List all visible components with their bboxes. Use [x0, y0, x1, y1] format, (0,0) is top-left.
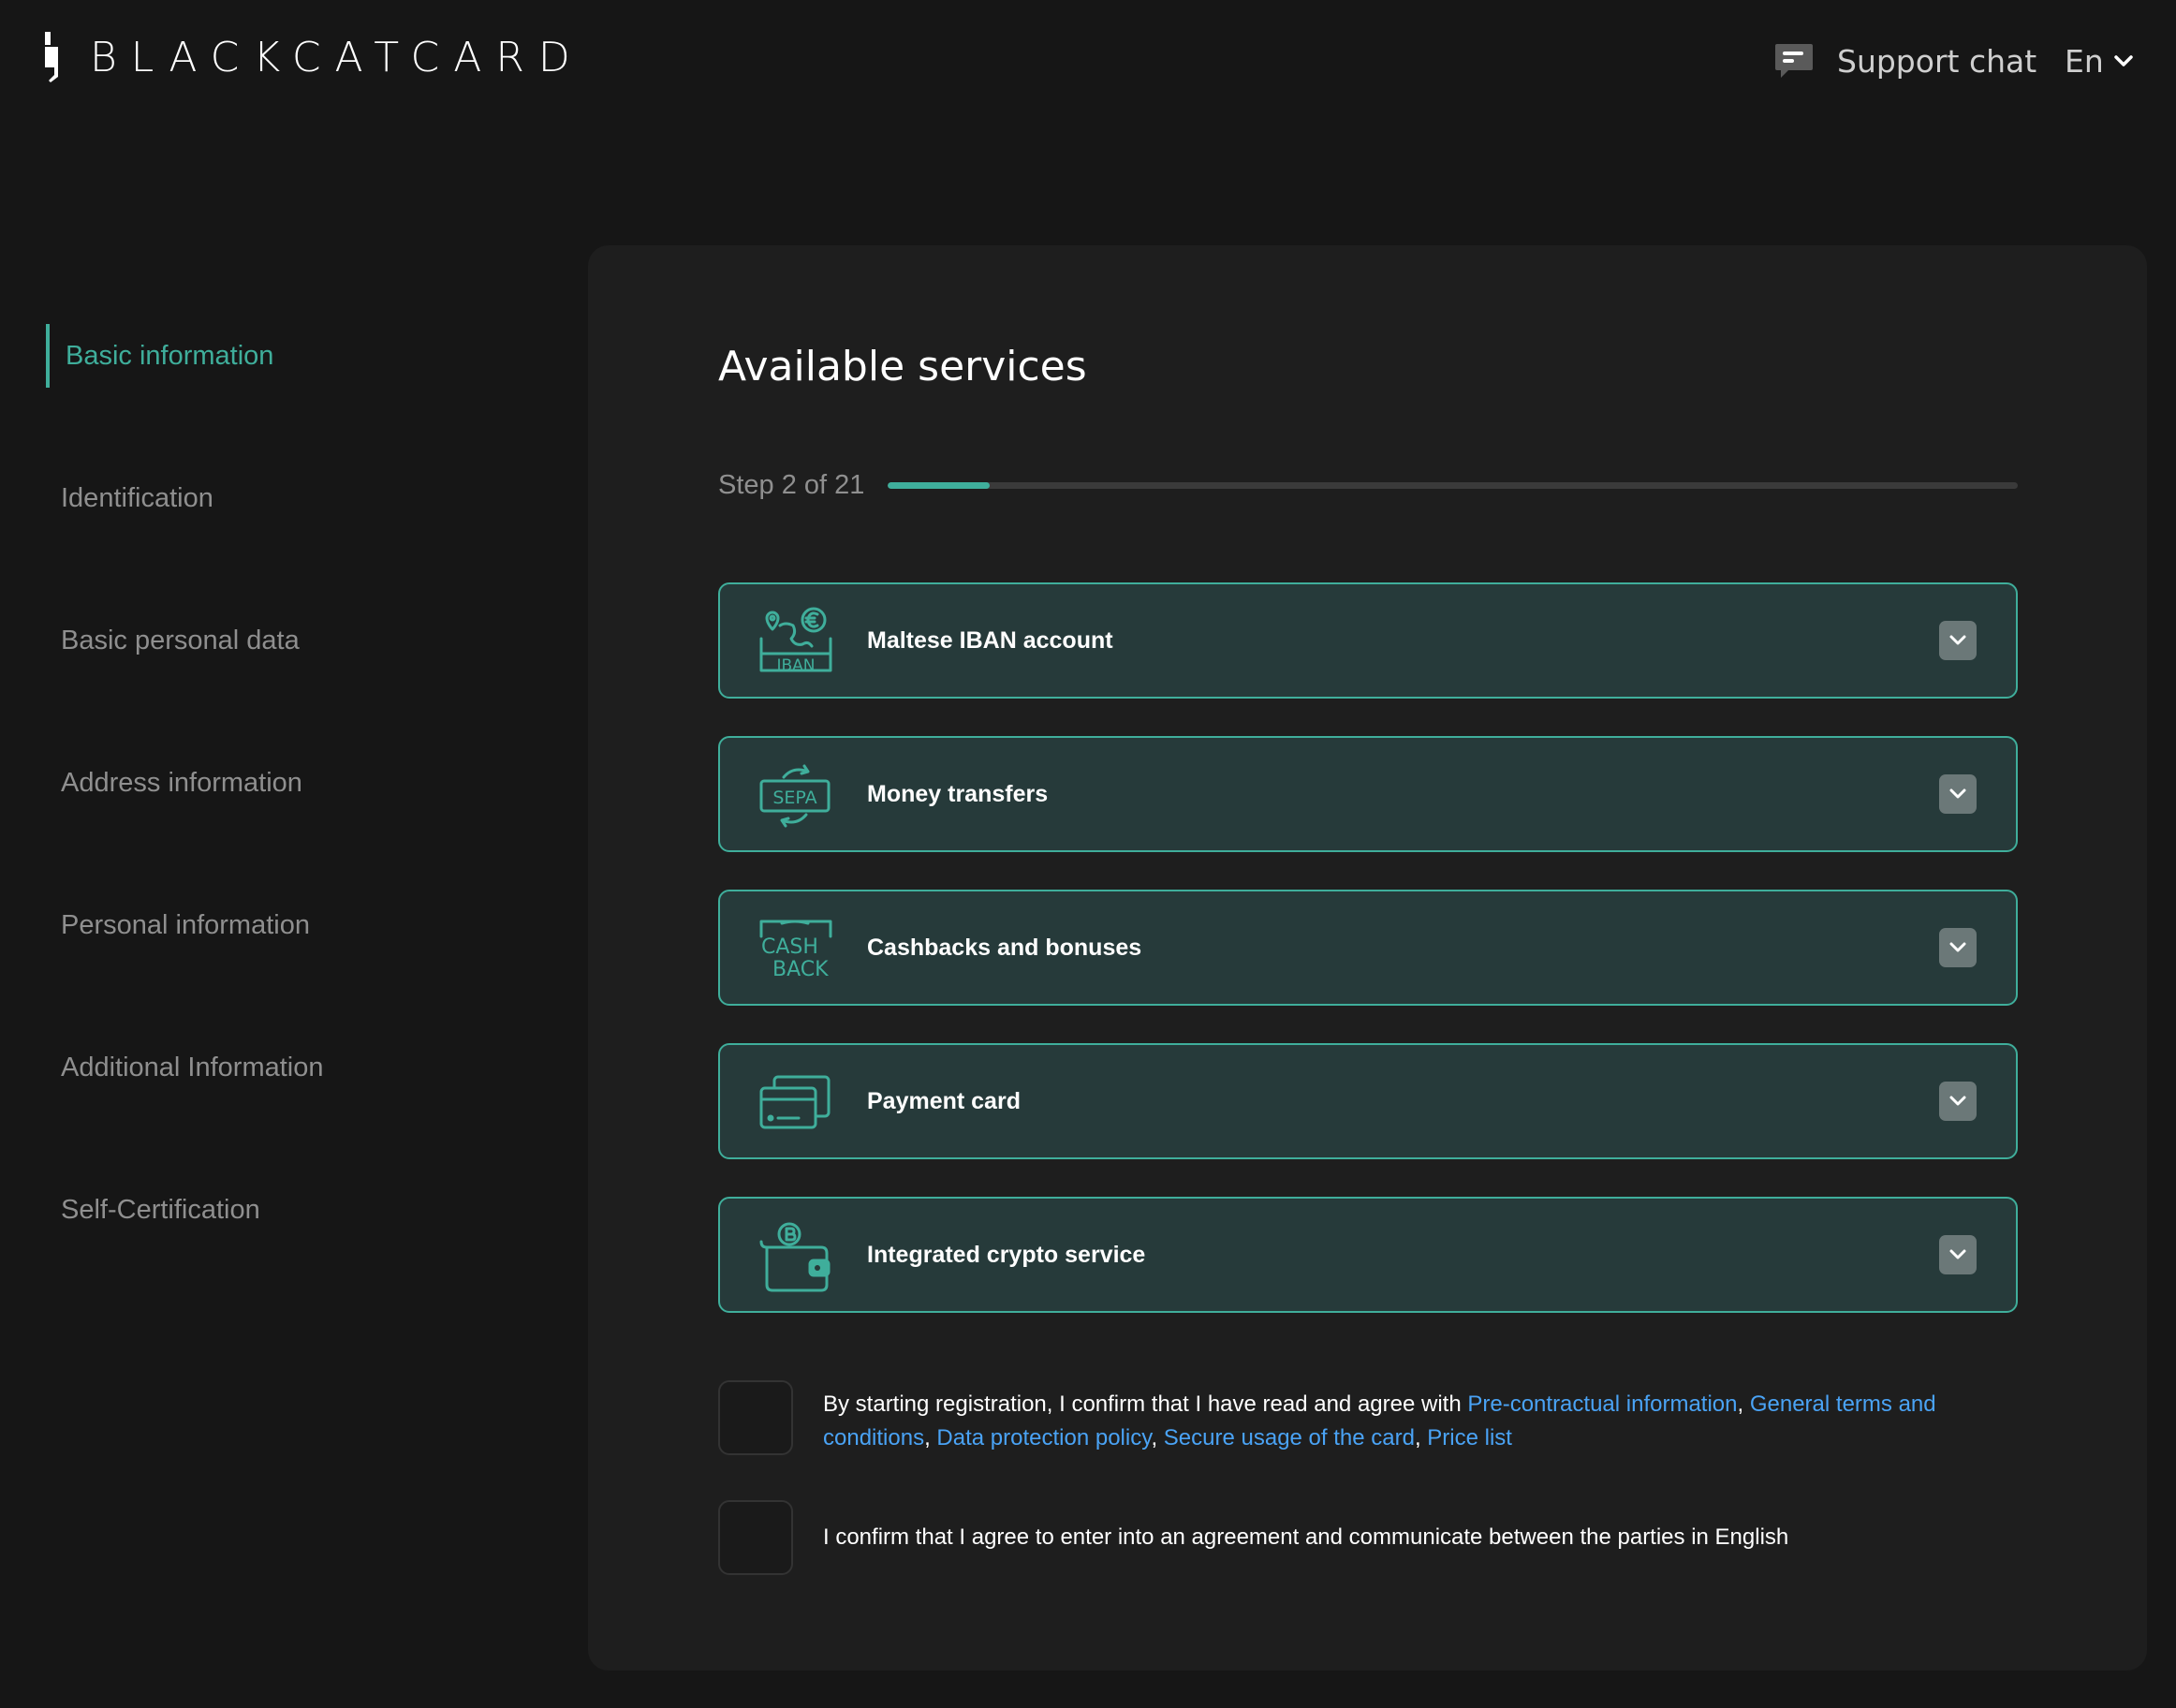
- price-list-link[interactable]: Price list: [1427, 1425, 1512, 1450]
- progress-fill: [888, 482, 990, 489]
- sepa-icon: SEPA: [759, 764, 831, 828]
- support-chat-button[interactable]: Support chat: [1773, 36, 2036, 86]
- service-label: Payment card: [867, 1087, 1021, 1114]
- link-separator: ,: [1737, 1391, 1750, 1417]
- service-integrated-crypto-service[interactable]: Integrated crypto service: [718, 1197, 2018, 1313]
- chevron-down-icon: [1949, 788, 1966, 799]
- chevron-down-icon: [2114, 55, 2133, 66]
- header: BLACKCATCARD Support chat En: [0, 0, 2176, 122]
- logo[interactable]: BLACKCATCARD: [43, 32, 584, 82]
- payment-card-icon: [759, 1075, 831, 1129]
- crypto-wallet-icon: [759, 1222, 831, 1292]
- iban-icon-text: IBAN: [776, 656, 815, 675]
- expand-button[interactable]: [1939, 774, 1977, 814]
- chevron-down-icon: [1949, 942, 1966, 952]
- link-separator: ,: [1151, 1425, 1164, 1450]
- service-label: Integrated crypto service: [867, 1241, 1146, 1268]
- sidebar-item-personal-information[interactable]: Personal information: [46, 893, 310, 957]
- main-card: Available services Step 2 of 21 IBAN Mal…: [588, 245, 2147, 1671]
- sepa-icon-text: SEPA: [772, 788, 816, 808]
- chevron-down-icon: [1949, 1096, 1966, 1106]
- logo-text: BLACKCATCARD: [90, 33, 584, 81]
- language-agreement-text: I confirm that I agree to enter into an …: [823, 1524, 1789, 1550]
- service-cashbacks-and-bonuses[interactable]: CASH BACK Cashbacks and bonuses: [718, 890, 2018, 1006]
- sidebar-item-self-certification[interactable]: Self-Certification: [46, 1178, 260, 1242]
- language-label: En: [2065, 42, 2104, 80]
- terms-text: By starting registration, I confirm that…: [823, 1388, 1984, 1455]
- sidebar-item-additional-information[interactable]: Additional Information: [46, 1036, 324, 1099]
- service-label: Money transfers: [867, 780, 1049, 807]
- language-agreement: I confirm that I agree to enter into an …: [718, 1500, 2018, 1575]
- step-label: Step 2 of 21: [718, 470, 865, 500]
- progress-bar: [888, 482, 2018, 489]
- cashback-icon-text-2: BACK: [772, 958, 829, 981]
- language-selector[interactable]: En: [2065, 36, 2134, 86]
- logo-mark-icon: [45, 32, 58, 82]
- data-protection-policy-link[interactable]: Data protection policy: [936, 1425, 1151, 1450]
- terms-checkbox[interactable]: [718, 1380, 793, 1455]
- pre-contractual-information-link[interactable]: Pre-contractual information: [1467, 1391, 1737, 1417]
- cashback-icon: CASH BACK: [759, 920, 832, 981]
- expand-button[interactable]: [1939, 1235, 1977, 1274]
- service-payment-card[interactable]: Payment card: [718, 1043, 2018, 1159]
- cashback-icon-text-1: CASH: [761, 935, 818, 959]
- service-maltese-iban-account[interactable]: IBAN Maltese IBAN account: [718, 582, 2018, 699]
- iban-icon: IBAN: [759, 607, 832, 675]
- service-money-transfers[interactable]: SEPA Money transfers: [718, 736, 2018, 852]
- sidebar-item-address-information[interactable]: Address information: [46, 751, 302, 815]
- service-label: Cashbacks and bonuses: [867, 934, 1142, 961]
- link-separator: ,: [924, 1425, 937, 1450]
- secure-usage-link[interactable]: Secure usage of the card: [1164, 1425, 1415, 1450]
- language-checkbox[interactable]: [718, 1500, 793, 1575]
- chat-bubble-icon: [1775, 44, 1813, 78]
- sidebar-item-identification[interactable]: Identification: [46, 466, 213, 530]
- expand-button[interactable]: [1939, 928, 1977, 967]
- terms-agreement: By starting registration, I confirm that…: [718, 1380, 2018, 1465]
- link-separator: ,: [1414, 1425, 1428, 1450]
- sidebar-item-basic-information[interactable]: Basic information: [46, 324, 273, 388]
- chevron-down-icon: [1949, 1249, 1966, 1259]
- terms-prefix: By starting registration, I confirm that…: [823, 1391, 1468, 1417]
- expand-button[interactable]: [1939, 621, 1977, 660]
- expand-button[interactable]: [1939, 1082, 1977, 1121]
- sidebar-item-basic-personal-data[interactable]: Basic personal data: [46, 609, 300, 672]
- service-label: Maltese IBAN account: [867, 626, 1113, 654]
- support-chat-label: Support chat: [1837, 42, 2037, 80]
- page-title: Available services: [718, 343, 1087, 390]
- chevron-down-icon: [1949, 635, 1966, 645]
